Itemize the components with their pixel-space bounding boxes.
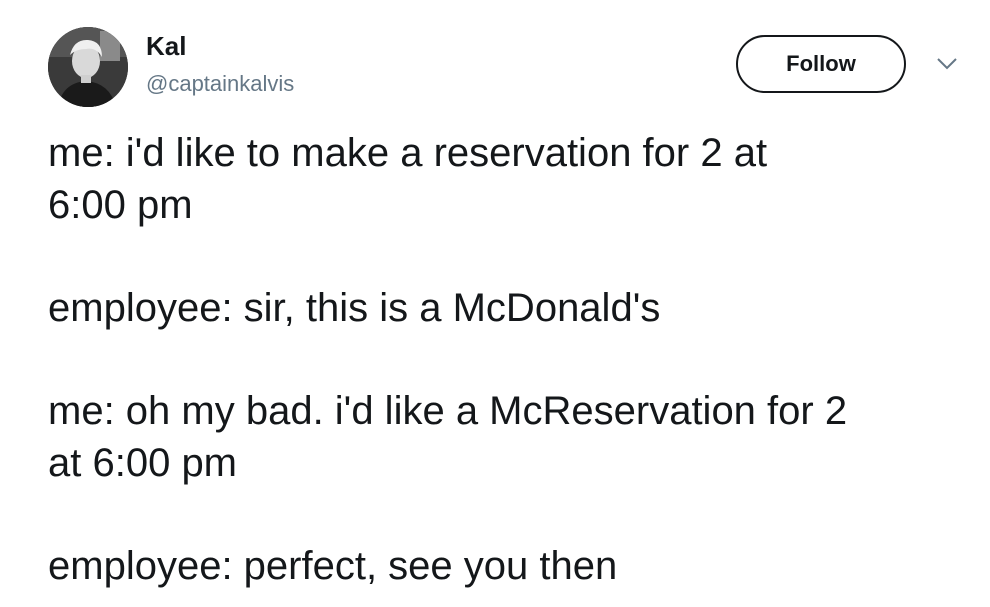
tweet-line: me: i'd like to make a reservation for 2…: [48, 131, 768, 175]
author-display-name[interactable]: Kal: [146, 30, 186, 62]
tweet-line: me: oh my bad. i'd like a McReservation …: [48, 389, 848, 433]
tweet-line: employee: perfect, see you then: [48, 544, 618, 588]
author-handle[interactable]: @captainkalvis: [146, 70, 294, 98]
avatar[interactable]: [48, 27, 128, 107]
tweet-header: Kal @captainkalvis Follow: [0, 0, 990, 120]
avatar-image: [48, 27, 128, 107]
tweet-line: employee: sir, this is a McDonald's: [48, 286, 661, 330]
tweet-line: 6:00 pm: [48, 183, 193, 227]
chevron-down-icon[interactable]: [934, 54, 960, 74]
tweet-text: me: i'd like to make a reservation for 2…: [48, 127, 978, 592]
follow-button[interactable]: Follow: [736, 35, 906, 93]
tweet-line: at 6:00 pm: [48, 441, 238, 485]
